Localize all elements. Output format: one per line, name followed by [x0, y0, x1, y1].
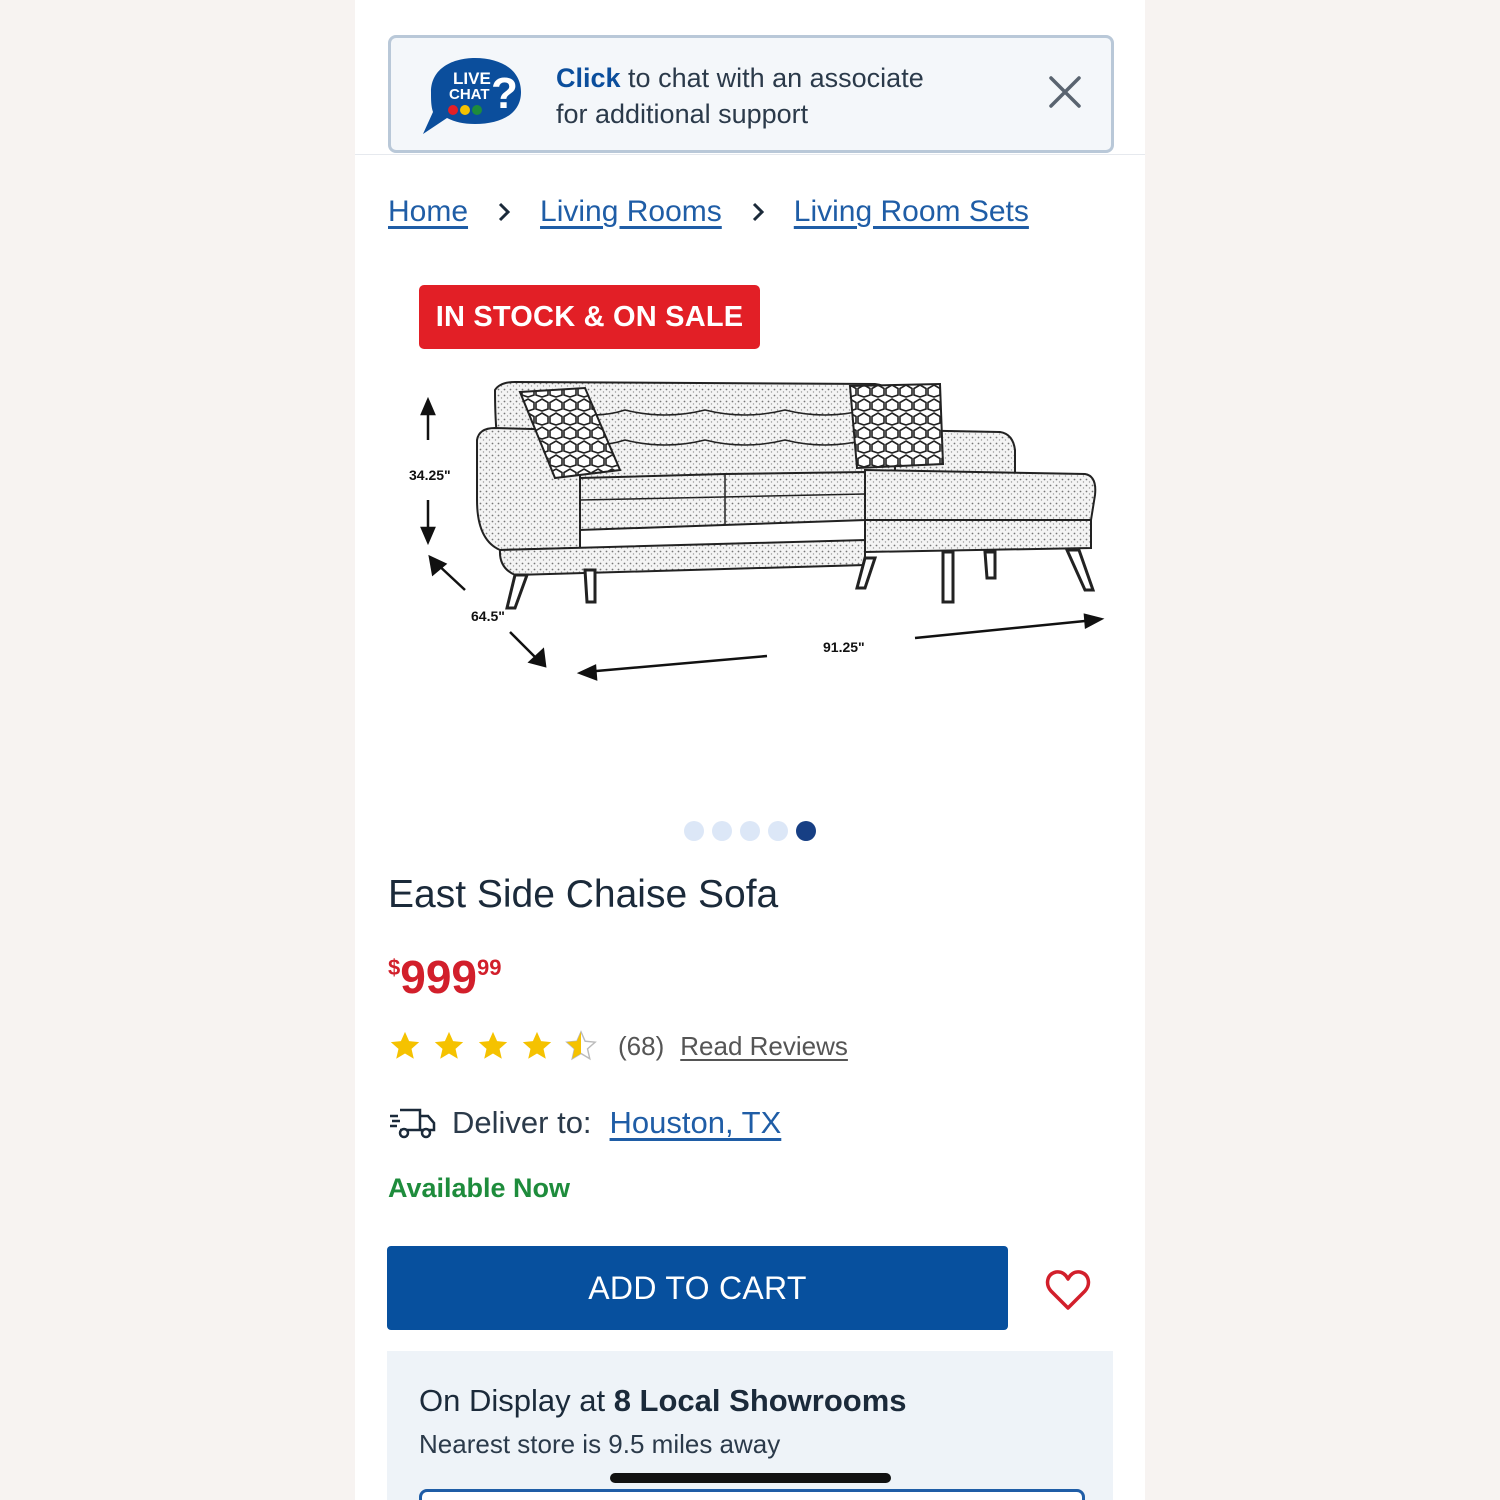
showroom-button[interactable]: [419, 1489, 1085, 1500]
live-chat-banner[interactable]: LIVE CHAT ? Click to chat with an associ…: [388, 35, 1114, 153]
chat-message: Click to chat with an associate for addi…: [556, 60, 924, 132]
deliver-to-label: Deliver to:: [452, 1105, 592, 1140]
price-main: 999: [400, 951, 477, 1003]
delivery-row: Deliver to: Houston, TX: [388, 1102, 781, 1144]
showroom-title: On Display at 8 Local Showrooms: [419, 1383, 907, 1419]
showroom-prefix: On Display at: [419, 1383, 614, 1418]
product-price: $99999: [388, 950, 501, 1004]
carousel-dots: [355, 821, 1145, 841]
heart-icon[interactable]: [1045, 1268, 1091, 1312]
star-rating: [388, 1029, 598, 1063]
carousel-dot[interactable]: [712, 821, 732, 841]
breadcrumb: Home Living Rooms Living Room Sets: [388, 190, 1029, 234]
top-bar: [355, 0, 1145, 35]
height-dimension-label: 34.25": [409, 467, 451, 483]
depth-dimension-label: 64.5": [471, 608, 505, 624]
chevron-right-icon: [740, 201, 776, 223]
read-reviews-link[interactable]: Read Reviews: [680, 1031, 848, 1062]
review-count: (68): [618, 1030, 665, 1061]
price-currency: $: [388, 955, 401, 980]
star-full-icon: [478, 1031, 508, 1059]
width-dimension-label: 91.25": [823, 639, 865, 655]
home-indicator[interactable]: [610, 1473, 891, 1483]
showroom-count: 8 Local Showrooms: [613, 1383, 907, 1418]
add-to-cart-button[interactable]: ADD TO CART: [387, 1246, 1008, 1330]
delivery-city-link[interactable]: Houston, TX: [610, 1105, 782, 1141]
live-chat-logo-icon: LIVE CHAT ?: [423, 58, 521, 134]
stock-sale-badge: IN STOCK & ON SALE: [419, 285, 760, 349]
availability-status: Available Now: [388, 1173, 571, 1203]
star-half-icon: [565, 1030, 597, 1061]
nearest-store-text: Nearest store is 9.5 miles away: [419, 1429, 781, 1459]
delivery-truck-icon: [390, 1108, 436, 1139]
rating-row: (68) Read Reviews: [388, 1026, 848, 1066]
svg-text:CHAT: CHAT: [449, 86, 490, 103]
chevron-right-icon: [486, 201, 522, 223]
chat-text-line1: to chat with an associate: [620, 63, 924, 93]
carousel-dot[interactable]: [684, 821, 704, 841]
chat-text-line2: for additional support: [556, 99, 809, 129]
breadcrumb-living-room-sets[interactable]: Living Room Sets: [794, 195, 1029, 229]
star-full-icon: [390, 1031, 420, 1059]
carousel-dot[interactable]: [768, 821, 788, 841]
star-full-icon: [522, 1031, 552, 1059]
star-full-icon: [434, 1031, 464, 1059]
chat-click-label[interactable]: Click: [556, 63, 621, 93]
breadcrumb-home[interactable]: Home: [388, 195, 468, 229]
product-page: LIVE CHAT ? Click to chat with an associ…: [355, 0, 1145, 1500]
close-icon[interactable]: [1047, 74, 1083, 110]
carousel-dot[interactable]: [740, 821, 760, 841]
svg-text:?: ?: [491, 69, 518, 118]
product-title: East Side Chaise Sofa: [388, 873, 779, 916]
price-cents: 99: [477, 955, 502, 980]
product-dimension-image[interactable]: 34.25" 64.5" 91.25": [395, 370, 1115, 690]
carousel-dot-active[interactable]: [796, 821, 816, 841]
breadcrumb-living-rooms[interactable]: Living Rooms: [540, 195, 722, 229]
